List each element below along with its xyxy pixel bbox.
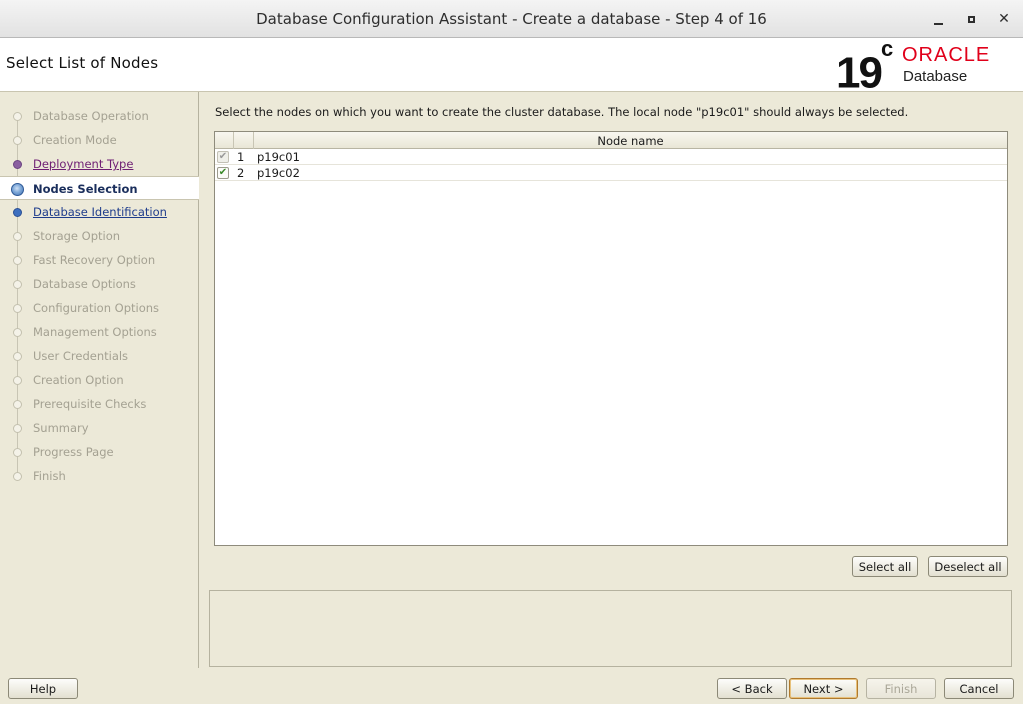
nav-step-label: Prerequisite Checks	[33, 397, 147, 411]
nav-step-label: Database Identification	[33, 205, 167, 219]
nav-step-label: Database Operation	[33, 109, 149, 123]
header-number-column	[234, 132, 254, 149]
window-title: Database Configuration Assistant - Creat…	[256, 9, 767, 28]
step-navigation: Database Operation Creation Mode Deploymen…	[0, 92, 199, 668]
maximize-icon	[967, 15, 975, 23]
nav-step-deployment-type[interactable]: Deployment Type	[0, 152, 199, 176]
nav-step-nodes-selection: Nodes Selection	[0, 176, 199, 200]
step-indicator-icon	[13, 160, 22, 169]
step-indicator-icon	[13, 472, 22, 481]
nav-step-label: Configuration Options	[33, 301, 160, 315]
node-name: p19c01	[257, 150, 300, 164]
close-icon: ✕	[998, 11, 1010, 27]
nav-step-finish: Finish	[0, 464, 199, 488]
step-indicator-icon	[13, 256, 22, 265]
node-name: p19c02	[257, 166, 300, 180]
node-checkbox[interactable]: ✔	[217, 151, 229, 163]
step-indicator-icon	[13, 400, 22, 409]
nav-step-user-credentials: User Credentials	[0, 344, 199, 368]
nav-step-progress-page: Progress Page	[0, 440, 199, 464]
maximize-button[interactable]	[961, 9, 981, 29]
step-indicator-icon	[13, 352, 22, 361]
step-indicator-icon	[13, 424, 22, 433]
nav-step-label: Deployment Type	[33, 157, 134, 171]
nav-step-summary: Summary	[0, 416, 199, 440]
close-button[interactable]: ✕	[994, 9, 1014, 29]
nav-step-management-options: Management Options	[0, 320, 199, 344]
instruction-text: Select the nodes on which you want to cr…	[215, 105, 909, 119]
table-row[interactable]: ✔ 2 p19c02	[215, 165, 1007, 181]
header-checkbox-column	[215, 132, 234, 149]
step-indicator-icon	[13, 208, 22, 217]
step-indicator-icon	[13, 448, 22, 457]
next-button[interactable]: Next >	[789, 678, 858, 699]
nav-step-database-operation: Database Operation	[0, 104, 199, 128]
checkmark-icon: ✔	[218, 167, 228, 178]
step-indicator-icon	[11, 183, 24, 196]
finish-button: Finish	[866, 678, 936, 699]
step-indicator-icon	[13, 136, 22, 145]
table-header: Node name	[215, 132, 1007, 149]
nav-step-label: Creation Option	[33, 373, 124, 387]
step-indicator-icon	[13, 232, 22, 241]
step-indicator-icon	[13, 304, 22, 313]
deselect-all-button[interactable]: Deselect all	[928, 556, 1008, 577]
nav-step-database-identification[interactable]: Database Identification	[0, 200, 199, 224]
nav-step-creation-mode: Creation Mode	[0, 128, 199, 152]
nav-step-label: Fast Recovery Option	[33, 253, 156, 267]
step-indicator-icon	[13, 112, 22, 121]
window-titlebar: Database Configuration Assistant - Creat…	[0, 0, 1023, 38]
logo-product: Database	[903, 68, 968, 85]
nav-step-prerequisite-checks: Prerequisite Checks	[0, 392, 199, 416]
message-area	[209, 590, 1012, 667]
nav-step-database-options: Database Options	[0, 272, 199, 296]
page-header: Select List of Nodes 19c ORACLE Database	[0, 36, 1023, 96]
page-title: Select List of Nodes	[6, 54, 159, 72]
oracle-logo: 19c ORACLE Database	[836, 36, 1016, 96]
node-checkbox[interactable]: ✔	[217, 167, 229, 179]
nav-step-label: Management Options	[33, 325, 157, 339]
nav-step-label: Creation Mode	[33, 133, 117, 147]
nav-step-label: Storage Option	[33, 229, 121, 243]
minimize-icon	[933, 22, 943, 25]
logo-version: 19c	[836, 36, 894, 98]
row-number: 2	[237, 166, 245, 180]
step-indicator-icon	[13, 280, 22, 289]
nav-step-configuration-options: Configuration Options	[0, 296, 199, 320]
header-node-name[interactable]: Node name	[254, 134, 1007, 148]
step-indicator-icon	[13, 328, 22, 337]
nav-step-label: User Credentials	[33, 349, 129, 363]
select-all-button[interactable]: Select all	[852, 556, 918, 577]
nav-step-label: Nodes Selection	[33, 182, 138, 196]
nav-step-fast-recovery-option: Fast Recovery Option	[0, 248, 199, 272]
row-number: 1	[237, 150, 245, 164]
nav-step-creation-option: Creation Option	[0, 368, 199, 392]
cancel-button[interactable]: Cancel	[944, 678, 1014, 699]
nav-step-label: Summary	[33, 421, 89, 435]
logo-brand: ORACLE	[902, 44, 991, 66]
nodes-table: Node name ✔ 1 p19c01 ✔ 2 p19c02	[214, 131, 1008, 546]
nav-step-label: Progress Page	[33, 445, 114, 459]
nav-step-label: Finish	[33, 469, 66, 483]
nav-step-storage-option: Storage Option	[0, 224, 199, 248]
minimize-button[interactable]	[928, 9, 948, 29]
help-button[interactable]: Help	[8, 678, 78, 699]
back-button[interactable]: < Back	[717, 678, 787, 699]
table-row[interactable]: ✔ 1 p19c01	[215, 149, 1007, 165]
checkmark-icon: ✔	[218, 151, 228, 162]
nav-step-label: Database Options	[33, 277, 136, 291]
step-indicator-icon	[13, 376, 22, 385]
